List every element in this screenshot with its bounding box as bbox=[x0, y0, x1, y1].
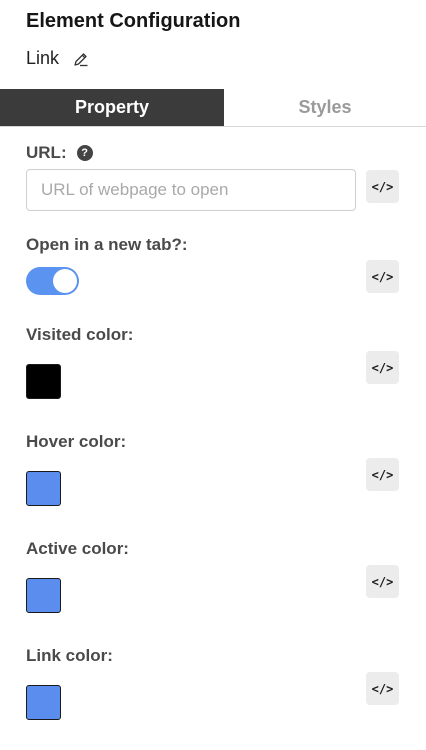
element-name-row: Link bbox=[26, 48, 89, 69]
active-color-code-button[interactable]: </> bbox=[366, 565, 399, 598]
url-code-button[interactable]: </> bbox=[366, 170, 399, 203]
tab-styles[interactable]: Styles bbox=[224, 89, 426, 126]
code-icon: </> bbox=[371, 467, 394, 482]
visited-color-label: Visited color: bbox=[26, 325, 134, 344]
help-icon[interactable]: ? bbox=[76, 145, 93, 161]
code-icon: </> bbox=[371, 681, 394, 696]
toggle-knob bbox=[53, 269, 77, 293]
new-tab-label: Open in a new tab?: bbox=[26, 235, 188, 254]
url-input[interactable] bbox=[26, 169, 356, 211]
code-icon: </> bbox=[371, 574, 394, 589]
active-color-label: Active color: bbox=[26, 539, 129, 558]
link-color-code-button[interactable]: </> bbox=[366, 672, 399, 705]
edit-icon[interactable] bbox=[73, 51, 89, 67]
code-icon: </> bbox=[371, 179, 394, 194]
hover-color-code-button[interactable]: </> bbox=[366, 458, 399, 491]
tab-property[interactable]: Property bbox=[0, 89, 224, 126]
hover-color-swatch[interactable] bbox=[26, 471, 61, 506]
link-color-swatch[interactable] bbox=[26, 685, 61, 720]
code-icon: </> bbox=[371, 269, 394, 284]
visited-color-swatch[interactable] bbox=[26, 364, 61, 399]
hover-color-label: Hover color: bbox=[26, 432, 127, 451]
tab-bar: Property Styles bbox=[0, 89, 426, 127]
active-color-swatch[interactable] bbox=[26, 578, 61, 613]
url-label-text: URL: bbox=[26, 143, 67, 162]
url-label: URL:? bbox=[26, 143, 93, 163]
link-color-label: Link color: bbox=[26, 646, 113, 665]
element-name: Link bbox=[26, 48, 60, 68]
code-icon: </> bbox=[371, 360, 394, 375]
new-tab-toggle[interactable] bbox=[26, 267, 79, 295]
panel-header: Element Configuration Link bbox=[0, 0, 426, 90]
visited-color-code-button[interactable]: </> bbox=[366, 351, 399, 384]
new-tab-code-button[interactable]: </> bbox=[366, 260, 399, 293]
panel-title: Element Configuration bbox=[26, 10, 241, 32]
